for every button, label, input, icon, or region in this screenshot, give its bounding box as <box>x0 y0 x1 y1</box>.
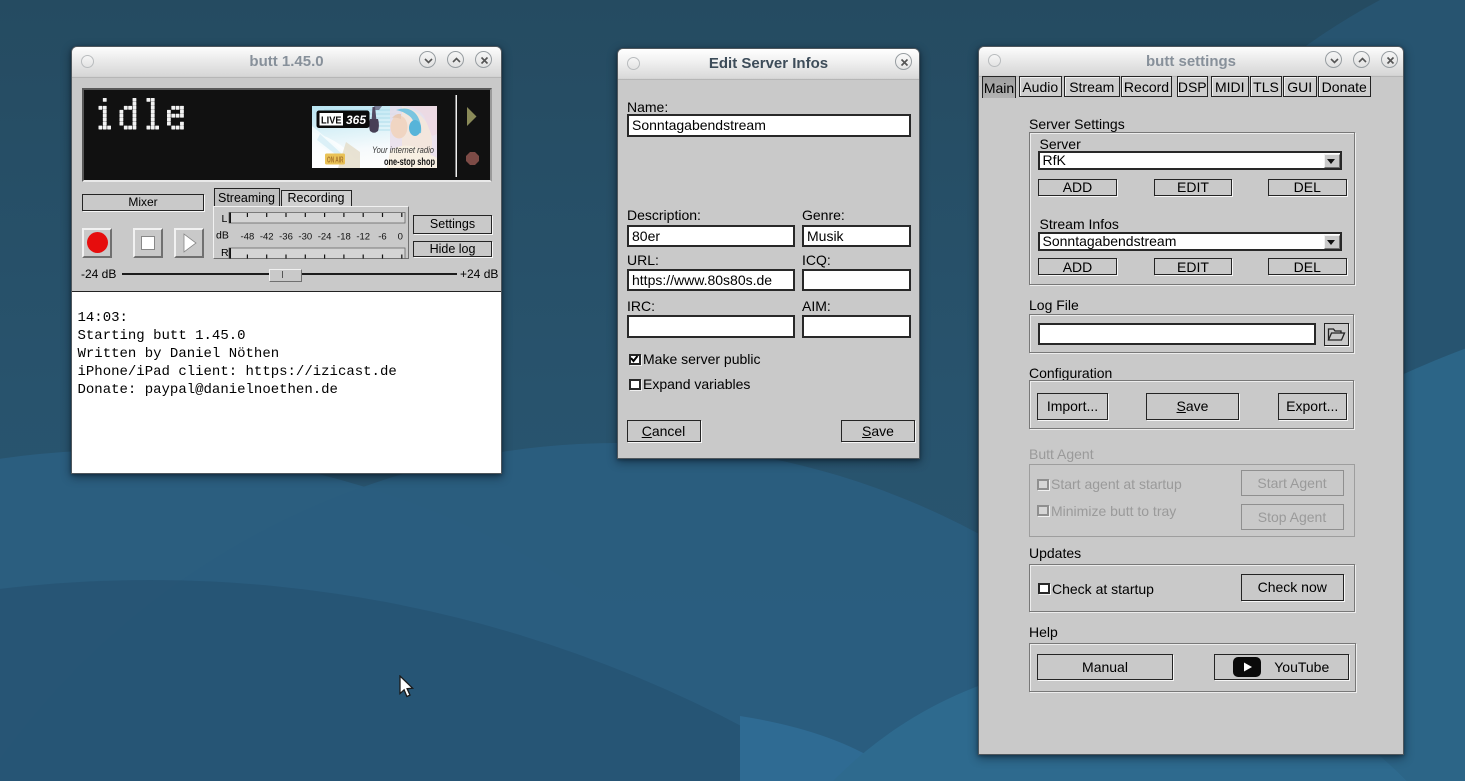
svg-text:Your internet radio: Your internet radio <box>372 145 434 156</box>
svg-text:dB: dB <box>216 230 229 242</box>
svg-text:-42: -42 <box>259 232 273 243</box>
svg-text:-30: -30 <box>298 232 312 243</box>
svg-text:-24: -24 <box>317 232 331 243</box>
svg-text:LIVE: LIVE <box>321 114 342 126</box>
svg-text:-36: -36 <box>279 232 293 243</box>
svg-text:one-stop shop: one-stop shop <box>384 157 435 168</box>
svg-text:L: L <box>221 213 227 225</box>
svg-text:365: 365 <box>346 113 366 127</box>
svg-text:-12: -12 <box>356 232 370 243</box>
svg-text:0: 0 <box>397 232 402 243</box>
svg-text:-48: -48 <box>240 232 254 243</box>
svg-text:-18: -18 <box>337 232 351 243</box>
svg-text:-6: -6 <box>378 232 386 243</box>
svg-text:ON AIR: ON AIR <box>327 155 344 164</box>
svg-text:R: R <box>221 247 229 259</box>
